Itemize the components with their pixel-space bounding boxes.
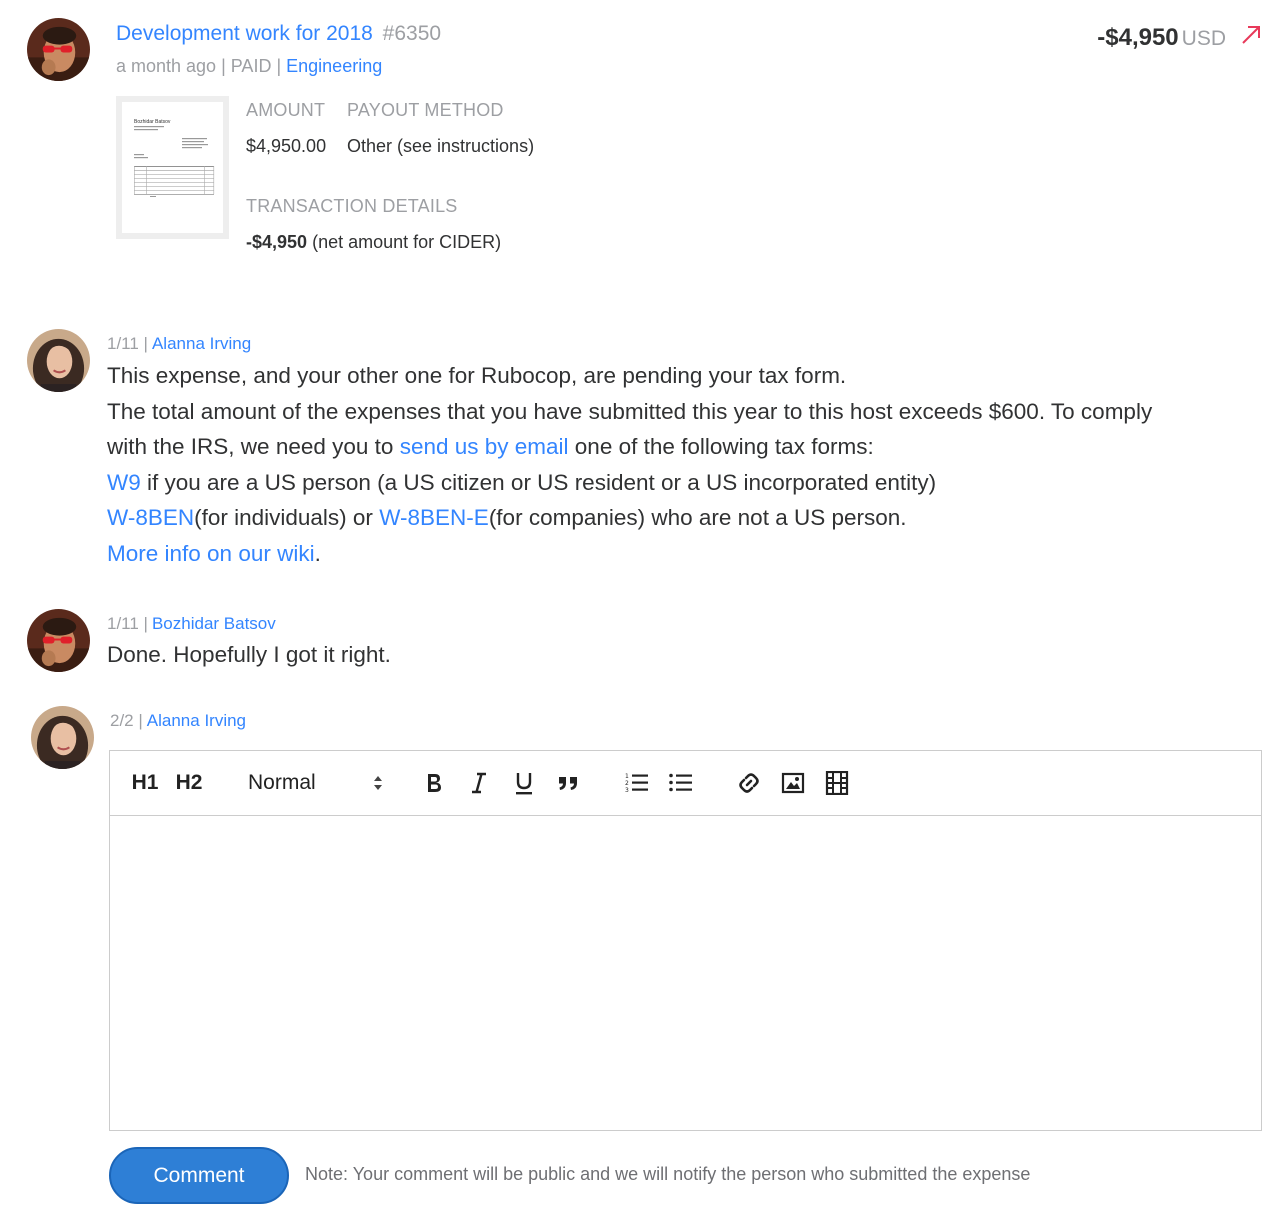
avatar-bozhidar-comment[interactable] [27, 609, 90, 672]
heading-1-button[interactable]: H1 [130, 769, 160, 797]
avatar-alanna[interactable] [27, 329, 90, 392]
payout-method-label: PAYOUT METHOD [347, 100, 504, 120]
arrow-up-right-icon [1242, 26, 1260, 44]
bold-button[interactable] [422, 769, 446, 797]
w8ben-link[interactable]: W-8BEN [107, 505, 194, 530]
new-comment-date: 2/2 [110, 711, 134, 730]
send-email-link[interactable]: send us by email [400, 434, 569, 459]
receipt-thumbnail[interactable]: Bozhidar Batsov [116, 96, 229, 239]
expense-number: #6350 [382, 22, 442, 45]
video-button[interactable] [824, 769, 850, 797]
svg-text:1: 1 [625, 773, 629, 780]
avatar-alanna-new-comment[interactable] [31, 706, 94, 769]
w9-link[interactable]: W9 [107, 470, 141, 495]
comment-2-author-link[interactable]: Bozhidar Batsov [152, 614, 276, 633]
comment-2-date: 1/11 [107, 614, 139, 633]
image-icon [781, 772, 805, 794]
expense-category-link[interactable]: Engineering [286, 56, 382, 76]
heading-1-icon: H1 [131, 771, 159, 794]
new-comment-meta: 2/2 | Alanna Irving [110, 711, 247, 730]
transaction-details-label: TRANSACTION DETAILS [246, 196, 458, 216]
comment-1-date: 1/11 [107, 334, 139, 353]
underline-icon [516, 773, 532, 795]
bullet-list-icon [669, 773, 692, 792]
comment-1-meta: 1/11 | Alanna Irving [107, 334, 252, 353]
italic-button[interactable] [467, 769, 491, 797]
expense-title-link[interactable]: Development work for 2018 [116, 22, 373, 45]
expense-amount-value: -$4,950 [1097, 24, 1179, 51]
svg-text:2: 2 [625, 780, 629, 787]
w8bene-text: (for companies) who are not a US person. [488, 505, 907, 531]
expense-time: a month ago [116, 56, 217, 76]
amount-value: $4,950.00 [246, 136, 327, 156]
comment-1-line-wiki: More info on our wiki. [107, 536, 1267, 572]
comment-editor: H1 H2 Normal 123 [109, 750, 1262, 1131]
image-button[interactable] [780, 769, 806, 797]
bold-icon [428, 774, 441, 792]
comment-1-author-link[interactable]: Alanna Irving [152, 334, 251, 353]
format-select-value: Normal [248, 771, 316, 794]
new-comment-author-link[interactable]: Alanna Irving [147, 711, 246, 730]
select-updown-icon [374, 776, 382, 790]
receipt-preview-icon: Bozhidar Batsov [134, 119, 215, 197]
comment-1-line-1: This expense, and your other one for Rub… [107, 363, 847, 388]
expense-meta: a month ago | PAID | Engineering [116, 56, 383, 76]
expense-title-row: Development work for 2018 #6350 [116, 22, 441, 46]
receipt-name: Bozhidar Batsov [134, 119, 171, 125]
comment-1-line-w9: W9 if you are a US person (a US citizen … [107, 465, 1267, 501]
heading-2-icon: H2 [175, 771, 203, 794]
link-button[interactable] [736, 769, 762, 797]
editor-toolbar: H1 H2 Normal 123 [110, 751, 1261, 816]
comment-1-line-2: The total amount of the expenses that yo… [107, 398, 1153, 424]
comment-submit-button[interactable]: Comment [109, 1147, 289, 1204]
comment-1-line-3-text: with the IRS, we need you to [107, 434, 394, 460]
expense-status: PAID [230, 56, 272, 76]
expense-total-amount: -$4,950 USD [1097, 24, 1226, 52]
w8bene-link[interactable]: W-8BEN-E [379, 505, 489, 530]
underline-button[interactable] [512, 769, 536, 797]
comment-1-line-3-tail: one of the following tax forms: [574, 434, 874, 460]
ordered-list-icon: 123 [625, 773, 648, 794]
blockquote-button[interactable] [556, 769, 580, 797]
editor-content-area[interactable] [110, 816, 1261, 1130]
transaction-note: (net amount for CIDER) [312, 232, 502, 252]
quote-icon [559, 777, 577, 790]
bullet-list-button[interactable] [668, 769, 694, 797]
heading-2-button[interactable]: H2 [174, 769, 204, 797]
receipt-page: Bozhidar Batsov [122, 102, 223, 233]
svg-text:3: 3 [625, 787, 629, 794]
wiki-link[interactable]: More info on our wiki [107, 541, 315, 566]
transaction-details-value: -$4,950 (net amount for CIDER) [246, 232, 501, 253]
format-select[interactable]: Normal [248, 769, 384, 797]
amount-label: AMOUNT [246, 100, 326, 120]
link-icon [739, 773, 759, 793]
avatar-bozhidar[interactable] [27, 18, 90, 81]
payout-method-value: Other (see instructions) [347, 136, 535, 156]
comment-2-body: Done. Hopefully I got it right. [107, 642, 391, 667]
w9-text: if you are a US person (a US citizen or … [147, 469, 937, 495]
comment-1-line-w8: W-8BEN(for individuals) or W-8BEN-E(for … [107, 500, 1267, 536]
comment-1-line-3: with the IRS, we need you to send us by … [107, 429, 1267, 465]
italic-icon [472, 772, 486, 794]
expense-currency: USD [1181, 27, 1226, 50]
film-icon [825, 771, 849, 795]
transaction-net-amount: -$4,950 [246, 232, 308, 252]
ordered-list-button[interactable]: 123 [624, 769, 650, 797]
comment-2-meta: 1/11 | Bozhidar Batsov [107, 614, 276, 633]
comment-1-body: This expense, and your other one for Rub… [107, 358, 1267, 572]
comment-public-note: Note: Your comment will be public and we… [305, 1164, 1031, 1184]
wiki-period: . [314, 540, 321, 566]
w8ben-text: (for individuals) or [194, 505, 373, 531]
